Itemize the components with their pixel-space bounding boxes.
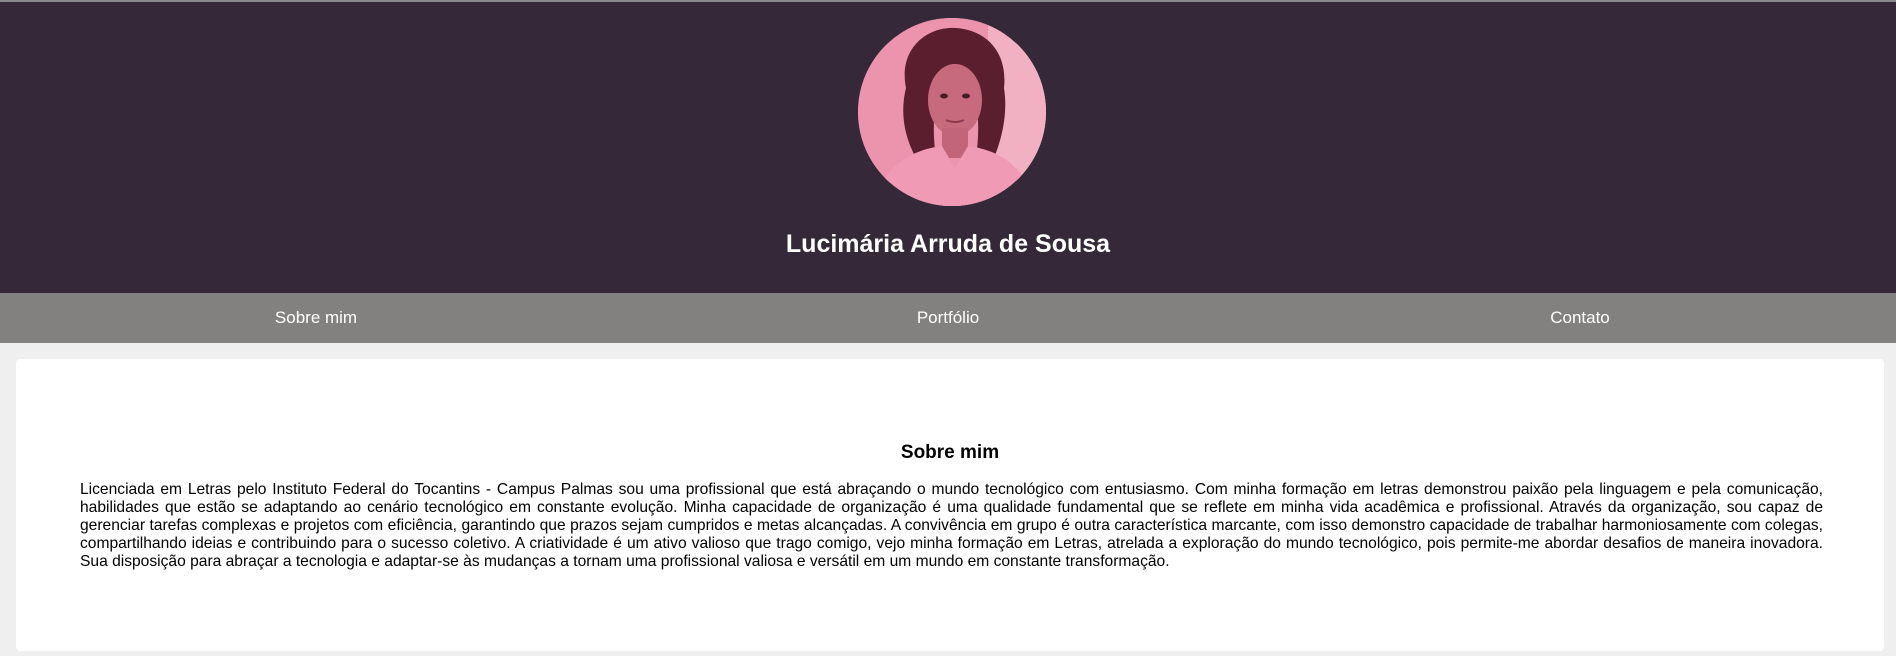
section-title: Sobre mim bbox=[900, 442, 1000, 463]
nav-item-sobre-mim[interactable]: Sobre mim bbox=[0, 293, 632, 343]
profile-name: Lucimária Arruda de Sousa bbox=[785, 230, 1111, 258]
avatar bbox=[858, 18, 1046, 206]
nav-item-portfolio[interactable]: Portfólio bbox=[632, 293, 1264, 343]
main-nav: Sobre mim Portfólio Contato bbox=[0, 293, 1896, 343]
about-section: Sobre mim Licenciada em Letras pelo Inst… bbox=[16, 359, 1884, 651]
about-text: Licenciada em Letras pelo Instituto Fede… bbox=[80, 481, 1823, 570]
nav-item-contato[interactable]: Contato bbox=[1264, 293, 1896, 343]
profile-photo-icon bbox=[858, 18, 1046, 206]
profile-header: Lucimária Arruda de Sousa bbox=[0, 2, 1896, 293]
